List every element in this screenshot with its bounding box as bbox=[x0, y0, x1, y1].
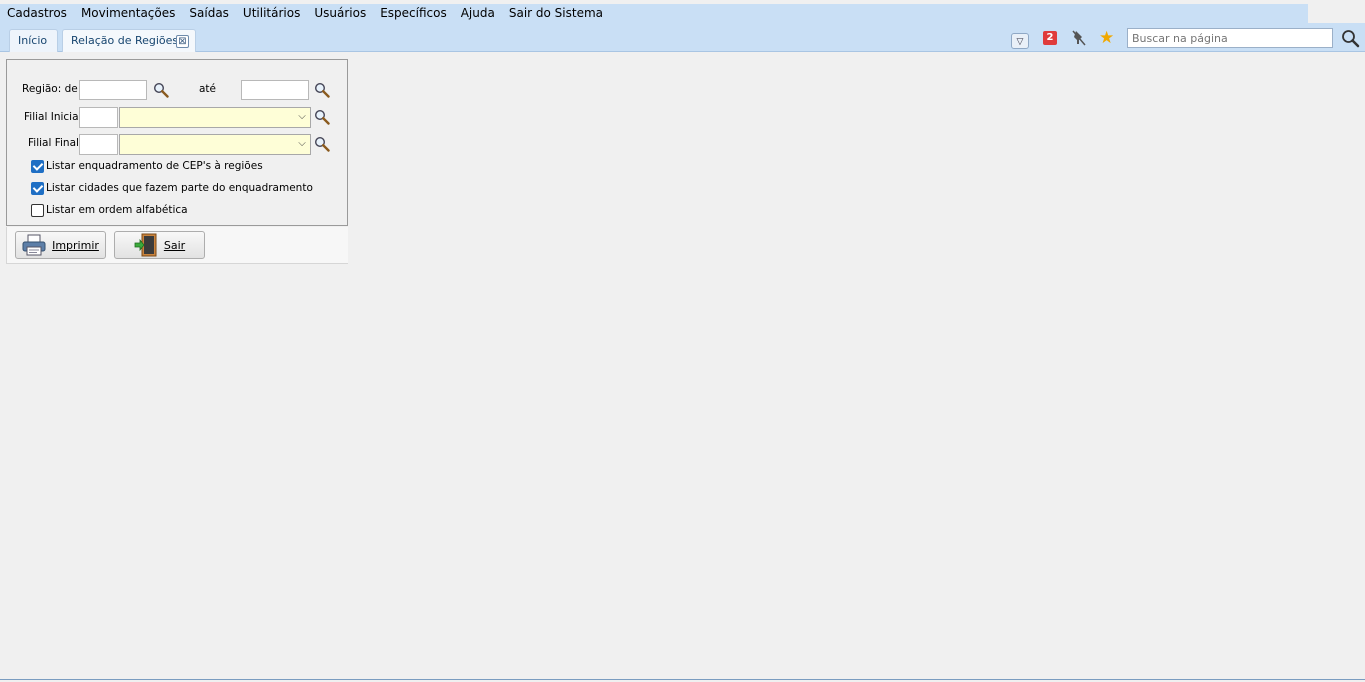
sair-label: Sair bbox=[163, 238, 186, 252]
filial-final-select[interactable]: ⌵ bbox=[119, 134, 311, 155]
filial-final-code-input[interactable] bbox=[79, 134, 118, 155]
regiao-ate-input[interactable] bbox=[241, 80, 309, 100]
page-search-input[interactable] bbox=[1127, 28, 1333, 48]
regiao-de-input[interactable] bbox=[79, 80, 147, 100]
dropdown-icon[interactable]: ▽ bbox=[1011, 33, 1029, 49]
chevron-down-icon[interactable]: ⌵ bbox=[296, 111, 308, 123]
tab-relacao-de-regioes[interactable]: Relação de Regiões ⊠ bbox=[62, 29, 196, 52]
ate-label: até bbox=[199, 83, 217, 95]
chevron-down-icon[interactable]: ⌵ bbox=[296, 138, 308, 150]
menu-movimentacoes[interactable]: Movimentações bbox=[74, 4, 182, 23]
imprimir-button[interactable]: Imprimir bbox=[15, 231, 106, 259]
filter-panel: Região: de até Filial Inicial ⌵ Filial F… bbox=[6, 59, 348, 226]
regiao-ate-lookup-icon[interactable] bbox=[314, 82, 330, 98]
close-tab-icon[interactable]: ⊠ bbox=[176, 35, 189, 48]
search-icon[interactable] bbox=[1341, 29, 1360, 48]
regiao-de-lookup-icon[interactable] bbox=[153, 82, 169, 98]
listar-cidades-label: Listar cidades que fazem parte do enquad… bbox=[46, 182, 313, 194]
menu-especificos[interactable]: Específicos bbox=[373, 4, 454, 23]
regiao-de-label: Região: de bbox=[22, 83, 78, 95]
menu-ajuda[interactable]: Ajuda bbox=[454, 4, 502, 23]
menu-cadastros[interactable]: Cadastros bbox=[0, 4, 74, 23]
printer-icon bbox=[22, 234, 46, 256]
filial-inicial-code-input[interactable] bbox=[79, 107, 118, 128]
menu-utilitarios[interactable]: Utilitários bbox=[236, 4, 307, 23]
filial-inicial-select[interactable]: ⌵ bbox=[119, 107, 311, 128]
filial-final-label: Filial Final bbox=[28, 137, 79, 149]
action-bar: Imprimir Sair bbox=[6, 227, 348, 264]
tab-inicio[interactable]: Início bbox=[9, 29, 58, 52]
listar-cep-checkbox[interactable] bbox=[31, 160, 44, 173]
filial-inicial-label: Filial Inicial bbox=[24, 111, 82, 123]
exit-door-icon bbox=[134, 233, 157, 257]
imprimir-label: Imprimir bbox=[52, 238, 99, 252]
filial-final-lookup-icon[interactable] bbox=[314, 136, 330, 152]
sair-button[interactable]: Sair bbox=[114, 231, 205, 259]
menu-usuarios[interactable]: Usuários bbox=[307, 4, 373, 23]
menu-bar: Cadastros Movimentações Saídas Utilitári… bbox=[0, 4, 1308, 23]
listar-ordem-alfabetica-checkbox[interactable] bbox=[31, 204, 44, 217]
listar-cidades-checkbox[interactable] bbox=[31, 182, 44, 195]
tab-relacao-label: Relação de Regiões bbox=[71, 34, 179, 47]
menu-sair-do-sistema[interactable]: Sair do Sistema bbox=[502, 4, 610, 23]
listar-cep-label: Listar enquadramento de CEP's à regiões bbox=[46, 160, 263, 172]
filial-inicial-lookup-icon[interactable] bbox=[314, 109, 330, 125]
unpin-icon[interactable] bbox=[1070, 29, 1088, 47]
listar-ordem-alfabetica-label: Listar em ordem alfabética bbox=[46, 204, 188, 216]
status-divider bbox=[0, 679, 1365, 680]
favorite-star-icon[interactable]: ★ bbox=[1099, 28, 1114, 48]
menu-saidas[interactable]: Saídas bbox=[182, 4, 236, 23]
tab-inicio-label: Início bbox=[18, 34, 48, 47]
notification-badge-icon[interactable]: 2 bbox=[1043, 31, 1057, 45]
